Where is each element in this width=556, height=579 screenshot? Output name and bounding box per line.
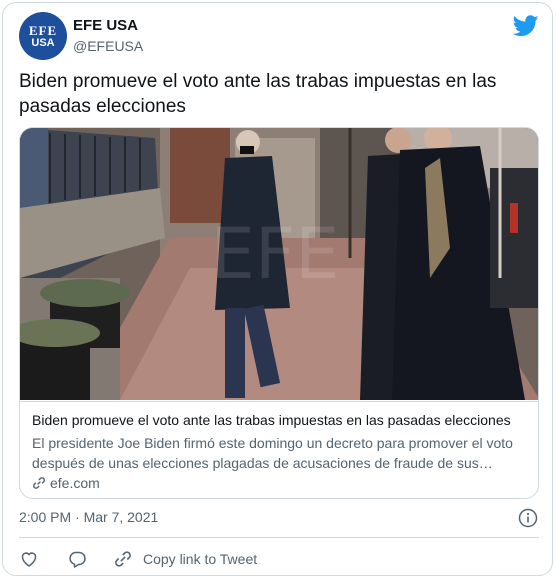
heart-icon [21, 552, 37, 567]
tweet-card: EFE USA EFE USA @EFEUSA Biden promueve e… [2, 2, 553, 576]
tweet-actions: Copy link to Tweet [19, 547, 257, 571]
link-description: El presidente Joe Biden firmó este domin… [32, 435, 513, 471]
avatar-logo-mark: EFE [28, 22, 58, 38]
author-name[interactable]: EFE USA [73, 17, 138, 34]
reply-button[interactable] [67, 549, 87, 569]
link-domain-label: efe.com [50, 475, 100, 491]
speech-bubble-icon [69, 551, 86, 568]
tweet-text: Biden promueve el voto ante las trabas i… [19, 71, 497, 117]
article-photo: EFE [20, 128, 538, 400]
avatar-logo-country: USA [31, 36, 55, 49]
divider [19, 537, 539, 538]
copy-link-button[interactable]: Copy link to Tweet [113, 549, 257, 569]
link-preview-card[interactable]: EFE Biden promueve el voto ante las trab… [19, 127, 539, 499]
link-domain[interactable]: efe.com [32, 475, 100, 491]
avatar[interactable]: EFE USA [19, 12, 67, 60]
svg-text:EFE: EFE [211, 213, 340, 295]
copy-link-label: Copy link to Tweet [143, 551, 258, 567]
twitter-bird-icon[interactable] [513, 15, 539, 37]
link-preview-info[interactable]: Biden promueve el voto ante las trabas i… [20, 401, 538, 498]
info-icon[interactable] [518, 508, 538, 528]
author-handle[interactable]: @EFEUSA [73, 38, 143, 54]
tweet-timestamp[interactable]: 2:00 PM · Mar 7, 2021 [19, 509, 158, 525]
link-icon [115, 551, 131, 567]
link-icon [33, 477, 45, 489]
link-title[interactable]: Biden promueve el voto ante las trabas i… [32, 411, 532, 429]
like-button[interactable] [19, 549, 39, 569]
